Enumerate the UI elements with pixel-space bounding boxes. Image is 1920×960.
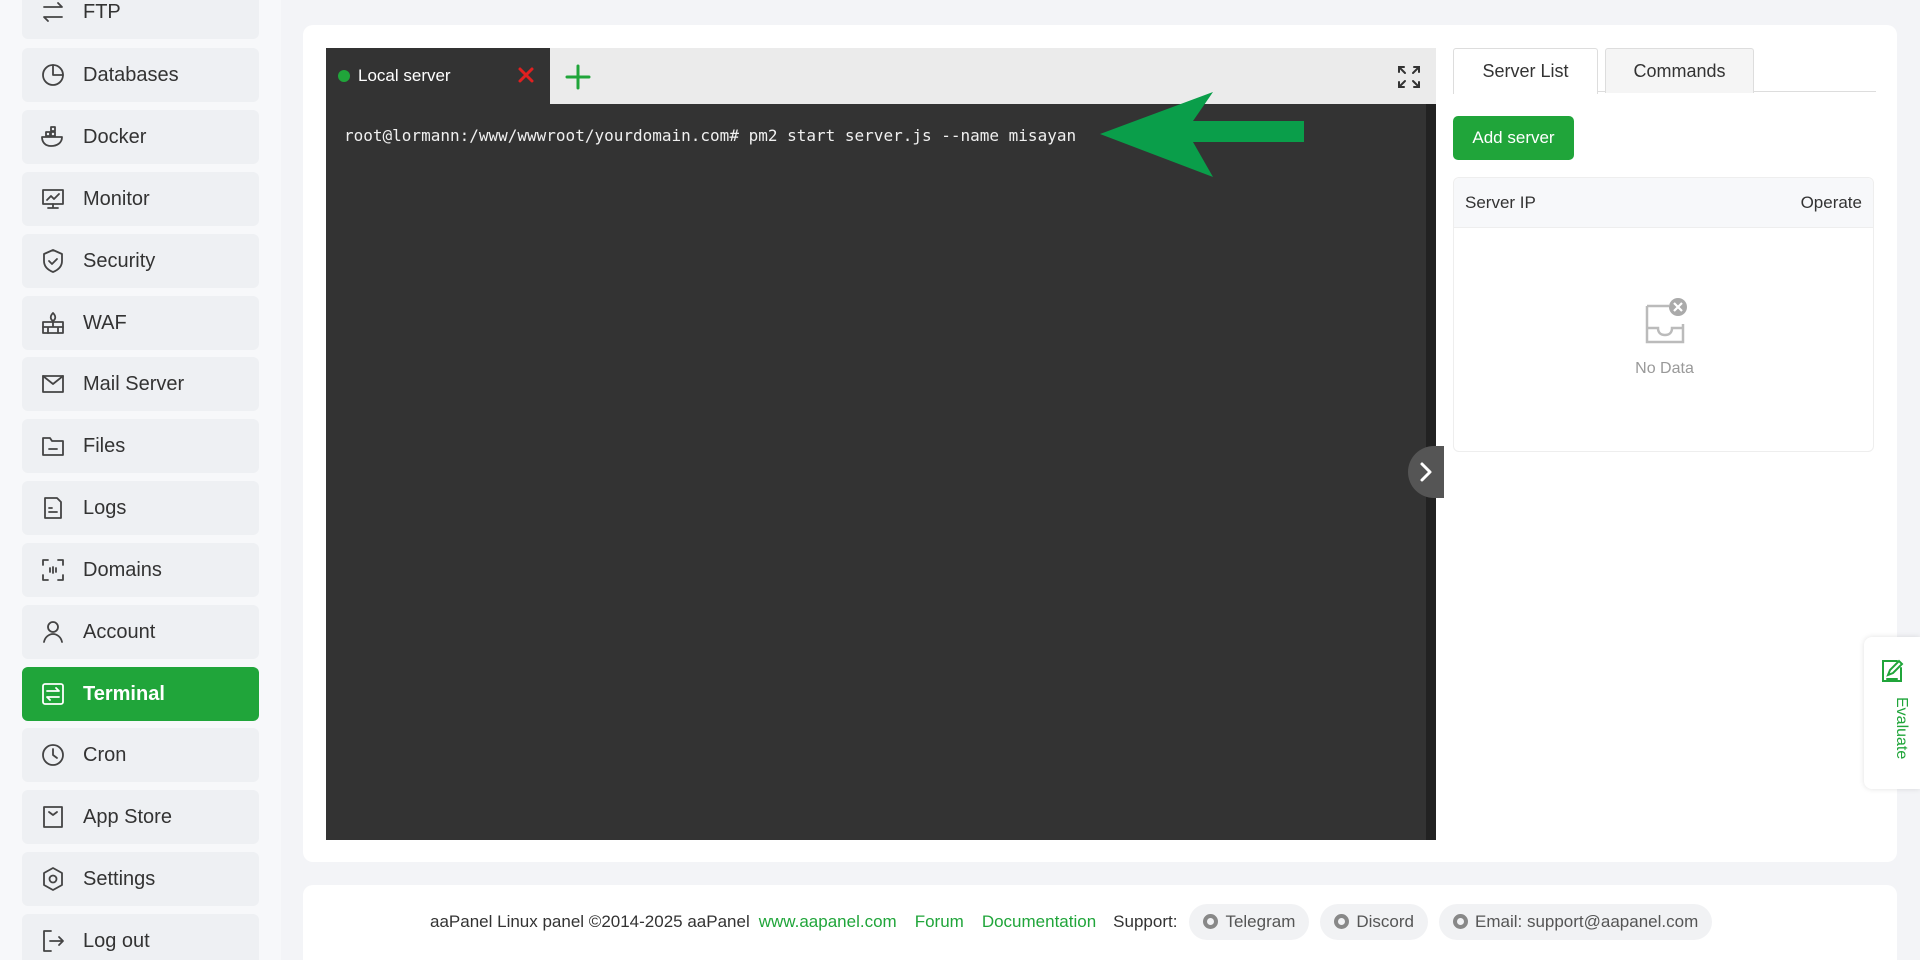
docker-icon	[39, 123, 67, 151]
files-icon	[39, 432, 67, 460]
terminal-output[interactable]: root@lormann:/www/wwwroot/yourdomain.com…	[326, 104, 1436, 840]
sidebar-item-label: Databases	[83, 63, 179, 86]
annotation-arrow-icon	[1100, 92, 1304, 177]
footer-link-forum[interactable]: Forum	[915, 912, 964, 932]
support-discord-button[interactable]: Discord	[1320, 903, 1428, 940]
mail-icon	[39, 370, 67, 398]
sidebar-item-domains[interactable]: Domains	[22, 543, 259, 597]
close-icon[interactable]	[512, 61, 540, 89]
server-panel-tabs: Server List Commands	[1453, 48, 1876, 94]
support-item-label: Discord	[1356, 911, 1414, 931]
support-telegram-button[interactable]: Telegram	[1189, 903, 1310, 940]
sidebar-item-security[interactable]: Security	[22, 234, 259, 288]
domains-icon	[39, 556, 67, 584]
status-dot-icon	[338, 70, 350, 82]
account-icon	[39, 618, 67, 646]
sidebar-item-files[interactable]: Files	[22, 419, 259, 473]
add-tab-icon[interactable]	[563, 62, 593, 92]
sidebar-item-label: Docker	[83, 125, 147, 148]
sidebar-item-mail-server[interactable]: Mail Server	[22, 357, 259, 411]
sidebar-item-label: Account	[83, 620, 156, 643]
waf-icon	[39, 309, 67, 337]
support-item-label: Email: support@aapanel.com	[1474, 911, 1699, 931]
footer-copyright: aaPanel Linux panel ©2014-2025 aaPanel	[430, 911, 750, 931]
sidebar-item-databases[interactable]: Databases	[22, 48, 259, 102]
sidebar-item-terminal[interactable]: Terminal	[22, 667, 259, 721]
monitor-icon	[39, 185, 67, 213]
sidebar-item-label: Domains	[83, 558, 162, 581]
tab-server-list[interactable]: Server List	[1453, 48, 1598, 94]
evaluate-label: Evaluate	[1893, 697, 1910, 760]
logout-icon	[39, 927, 67, 955]
table-header: Server IP Operate	[1454, 178, 1873, 228]
sidebar-item-label: Terminal	[83, 682, 165, 705]
server-list-table: Server IP Operate No Data	[1453, 177, 1874, 452]
email-icon	[1452, 914, 1468, 929]
discord-icon	[1334, 914, 1350, 929]
sidebar: FTP Databases Docker Monitor Security WA…	[0, 0, 281, 960]
sidebar-item-cron[interactable]: Cron	[22, 728, 259, 782]
footer-support-label: Support:	[1113, 911, 1178, 931]
sidebar-item-label: Logs	[83, 496, 127, 519]
terminal-command-line: root@lormann:/www/wwwroot/yourdomain.com…	[344, 126, 1077, 145]
add-server-button[interactable]: Add server	[1453, 116, 1574, 160]
footer-link-website[interactable]: www.aapanel.com	[759, 912, 897, 932]
evaluate-button[interactable]: Evaluate	[1864, 637, 1920, 789]
sidebar-item-label: Security	[83, 249, 156, 272]
fullscreen-icon[interactable]	[1396, 64, 1422, 90]
sidebar-item-logs[interactable]: Logs	[22, 481, 259, 535]
support-item-label: Telegram	[1225, 911, 1296, 931]
settings-icon	[39, 865, 67, 893]
ftp-icon	[39, 0, 67, 26]
databases-icon	[39, 61, 67, 89]
column-header-operate: Operate	[1800, 192, 1862, 212]
sidebar-item-account[interactable]: Account	[22, 605, 259, 659]
sidebar-item-label: Settings	[83, 867, 156, 890]
terminal-tab-local-server[interactable]: Local server	[326, 48, 550, 104]
footer-content: aaPanel Linux panel ©2014-2025 aaPanel w…	[430, 903, 1723, 940]
empty-inbox-icon	[1645, 298, 1687, 344]
tab-commands[interactable]: Commands	[1605, 48, 1754, 93]
sidebar-item-label: FTP	[83, 0, 121, 23]
sidebar-item-label: Files	[83, 434, 126, 457]
sidebar-item-label: App Store	[83, 805, 172, 828]
sidebar-item-logout[interactable]: Log out	[22, 914, 259, 960]
app-store-icon	[39, 803, 67, 831]
sidebar-item-label: Monitor	[83, 187, 150, 210]
sidebar-item-label: Mail Server	[83, 372, 185, 395]
footer-link-documentation[interactable]: Documentation	[982, 912, 1096, 932]
empty-state: No Data	[1454, 296, 1875, 378]
sidebar-item-monitor[interactable]: Monitor	[22, 172, 259, 226]
sidebar-item-label: Log out	[83, 929, 150, 952]
empty-state-text: No Data	[1635, 360, 1694, 377]
sidebar-item-ftp[interactable]: FTP	[22, 0, 259, 39]
telegram-icon	[1203, 914, 1219, 929]
sidebar-item-settings[interactable]: Settings	[22, 852, 259, 906]
logs-icon	[39, 494, 67, 522]
sidebar-item-label: Cron	[83, 743, 127, 766]
terminal-icon	[39, 680, 67, 708]
footer: aaPanel Linux panel ©2014-2025 aaPanel w…	[303, 885, 1897, 960]
sidebar-item-label: WAF	[83, 311, 127, 334]
sidebar-item-waf[interactable]: WAF	[22, 296, 259, 350]
edit-note-icon	[1882, 659, 1904, 682]
terminal-tab-label: Local server	[358, 66, 451, 85]
security-icon	[39, 247, 67, 275]
sidebar-item-docker[interactable]: Docker	[22, 110, 259, 164]
support-email-button[interactable]: Email: support@aapanel.com	[1438, 903, 1713, 940]
chevron-right-icon	[1420, 462, 1432, 482]
cron-icon	[39, 741, 67, 769]
sidebar-item-app-store[interactable]: App Store	[22, 790, 259, 844]
column-header-server-ip: Server IP	[1465, 192, 1536, 212]
